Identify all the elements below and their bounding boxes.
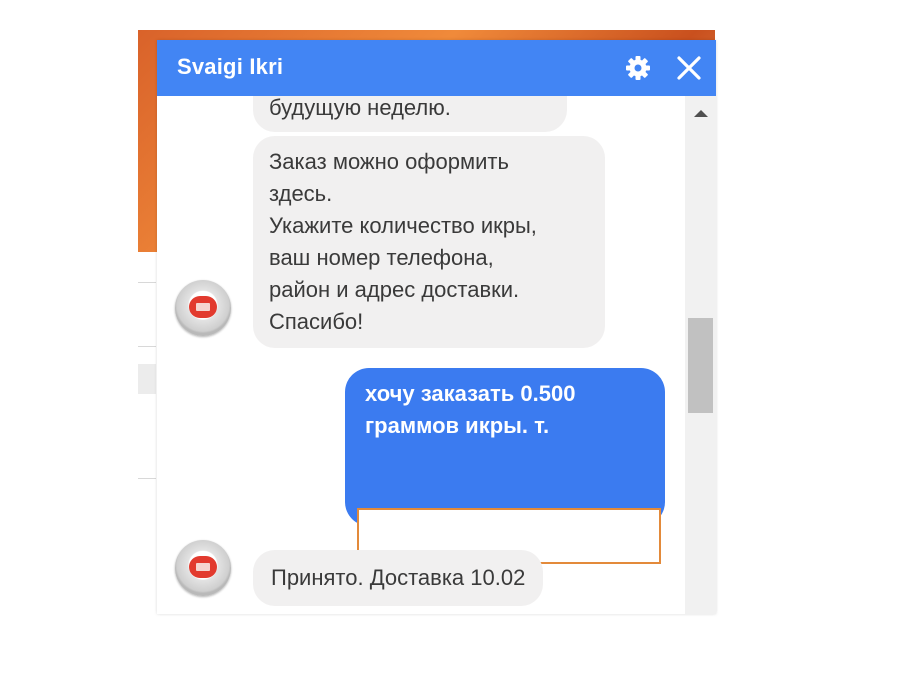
message-list: будущую неделю. Заказ можно оформить зде… — [157, 96, 685, 614]
message-text: Укажите количество икры, — [269, 213, 537, 238]
scrollbar[interactable] — [685, 96, 716, 614]
close-button[interactable] — [673, 52, 705, 84]
background-divider — [138, 346, 156, 347]
chat-header: Svaigi Ikri — [157, 40, 716, 96]
chat-window: Svaigi Ikri будущую неделю. Заказ можно … — [157, 40, 716, 614]
background-page — [138, 252, 159, 614]
gear-icon — [626, 56, 650, 80]
scroll-up-arrow-icon[interactable] — [694, 110, 708, 117]
page-avatar[interactable] — [175, 280, 231, 336]
page-avatar[interactable] — [175, 540, 231, 596]
background-divider — [138, 282, 156, 283]
incoming-message: Принято. Доставка 10.02 — [253, 550, 544, 606]
outgoing-message: хочу заказать 0.500 граммов икры. т. ​ — [345, 368, 665, 526]
message-text: район и адрес доставки. — [269, 277, 520, 302]
settings-button[interactable] — [622, 52, 654, 84]
message-text: Принято. Доставка 10.02 — [271, 565, 526, 590]
message-text: Спасибо! — [269, 309, 364, 334]
incoming-message: Заказ можно оформить здесь. Укажите коли… — [253, 136, 605, 348]
message-text: Заказ можно оформить — [269, 149, 509, 174]
close-icon — [677, 56, 701, 80]
message-text: граммов икры. т. — [365, 413, 550, 438]
message-text-cut: ​ — [365, 442, 645, 474]
brand-logo — [189, 556, 217, 578]
chat-title[interactable]: Svaigi Ikri — [177, 54, 283, 80]
background-divider — [138, 478, 156, 479]
message-text: хочу заказать 0.500 — [365, 381, 576, 406]
incoming-message: будущую неделю. — [253, 96, 567, 132]
scroll-thumb[interactable] — [688, 318, 713, 413]
brand-logo — [189, 296, 217, 318]
message-text: ваш номер телефона, — [269, 245, 494, 270]
background-panel — [138, 364, 156, 394]
message-text: будущую неделю. — [269, 96, 451, 120]
message-text: здесь. — [269, 181, 333, 206]
